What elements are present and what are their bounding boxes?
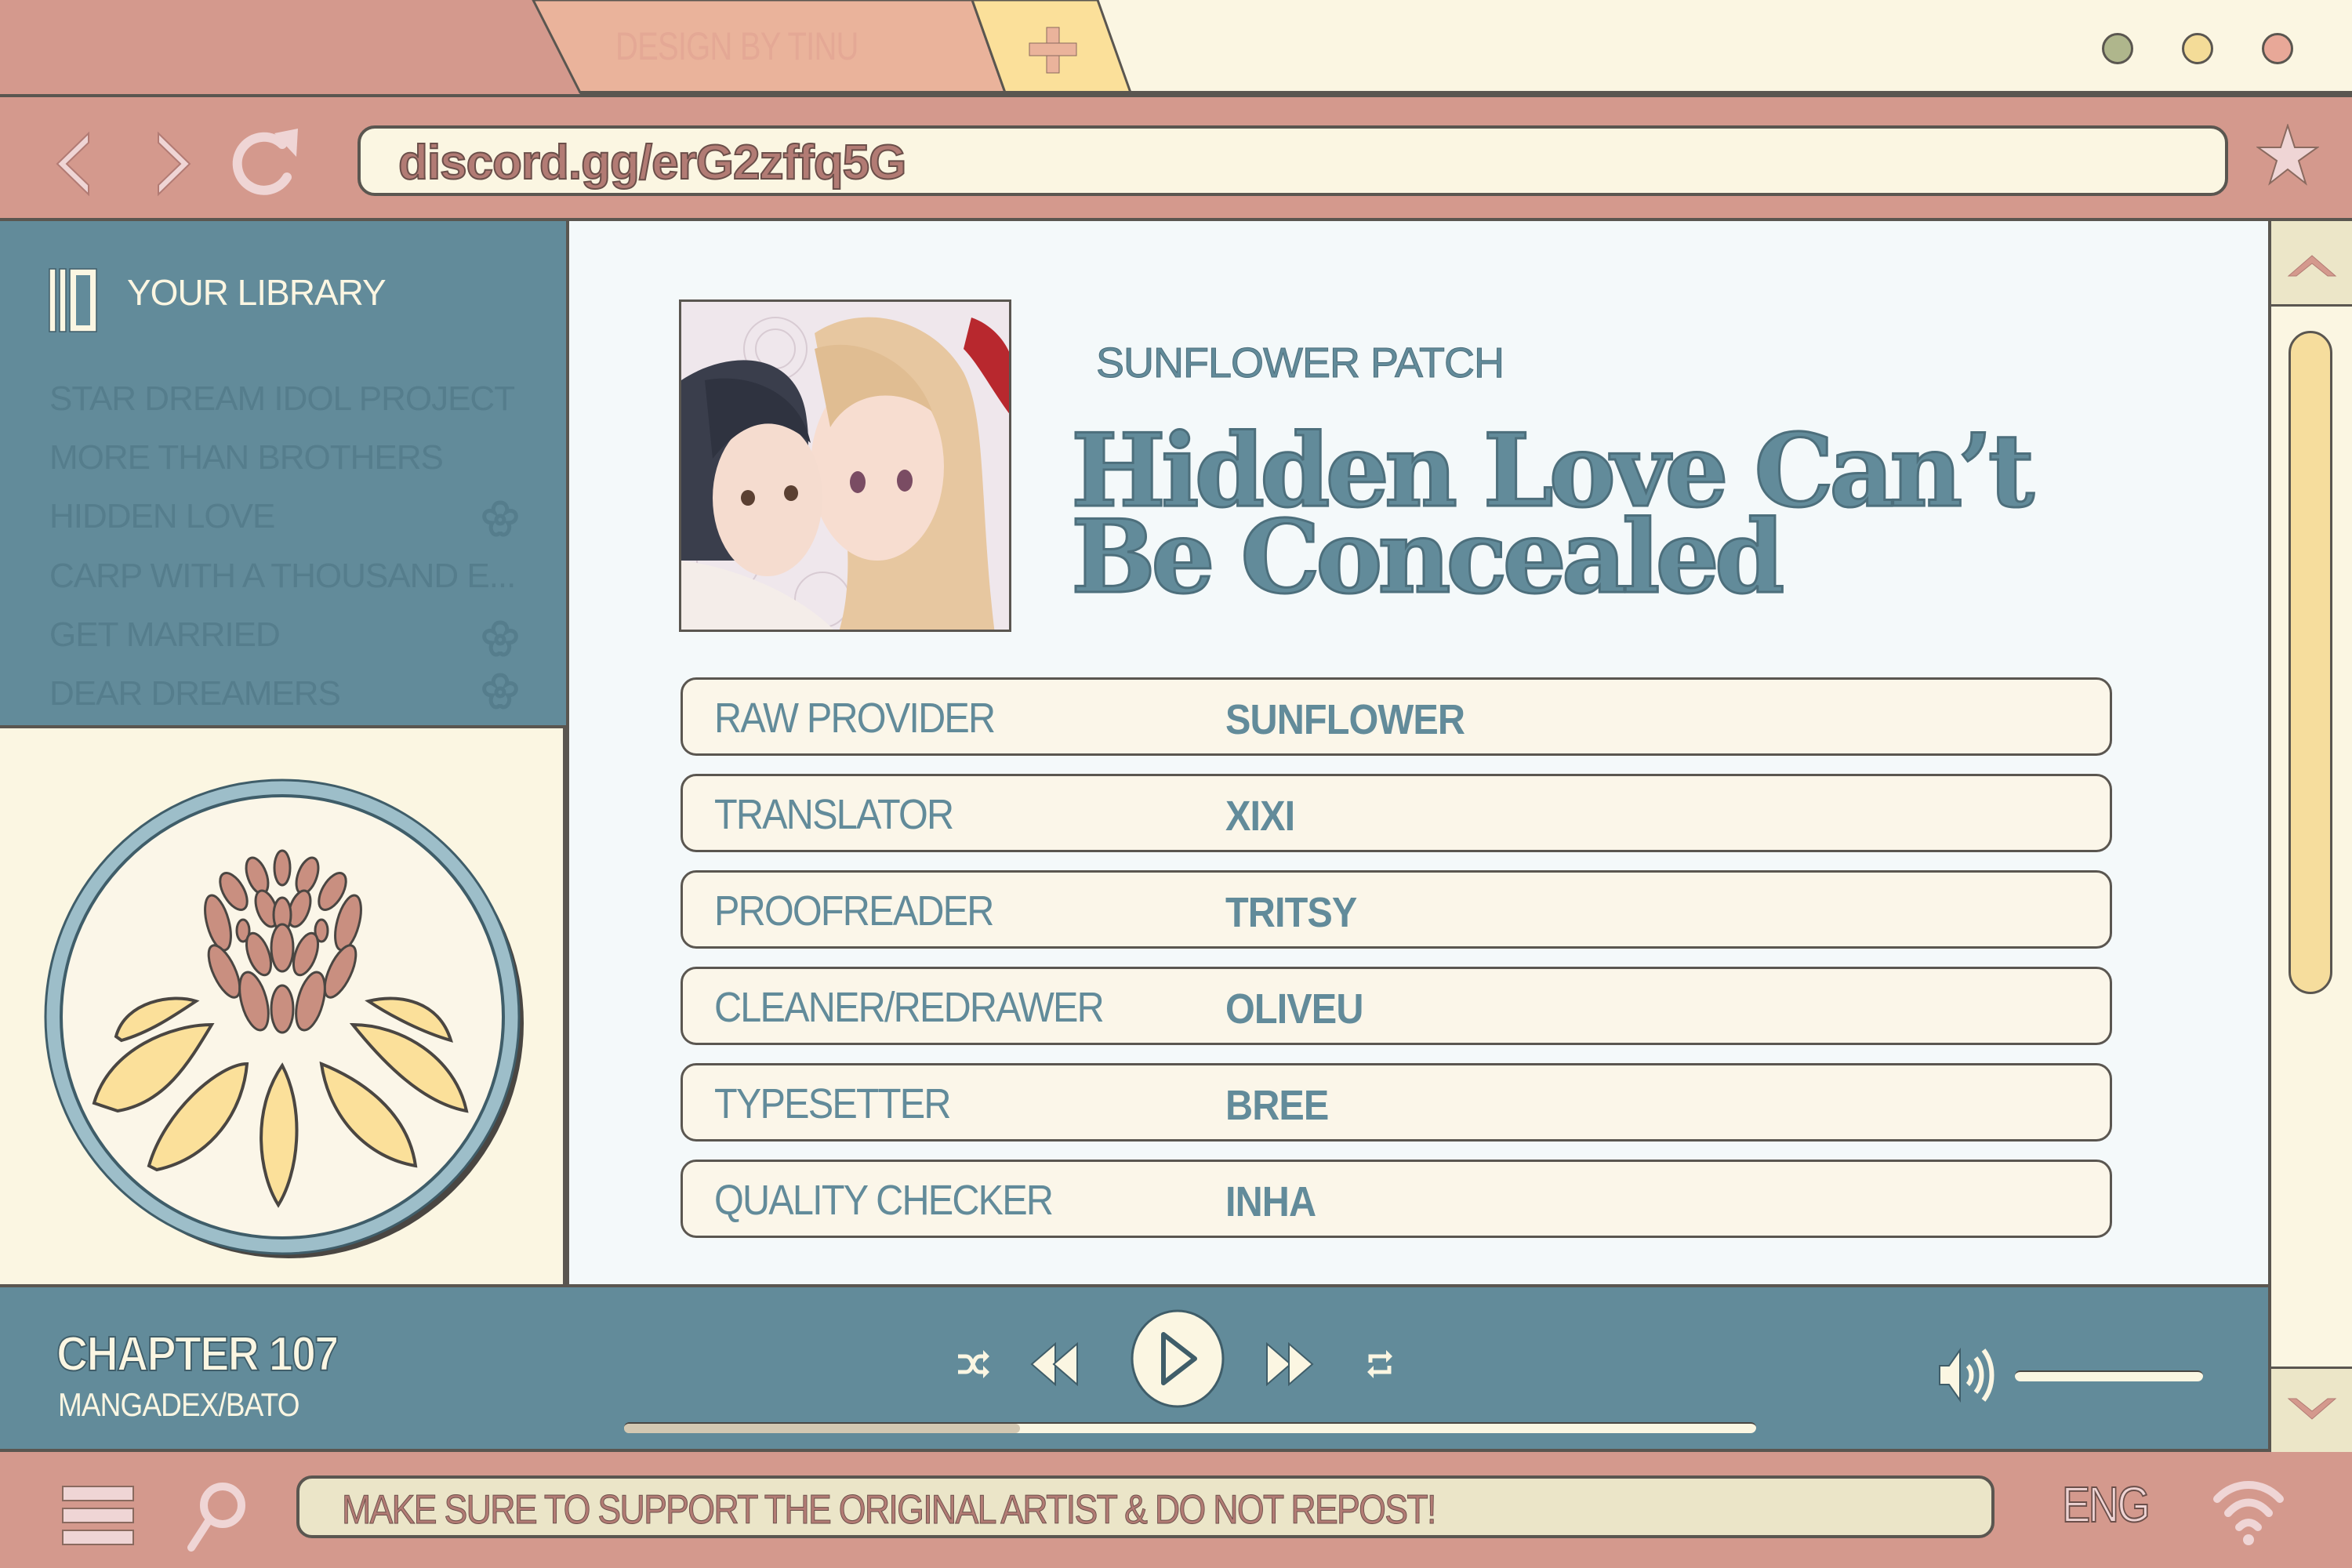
- sidebar-library: YOUR LIBRARY STAR DREAM IDOL PROJECT MOR…: [0, 218, 566, 725]
- player-bar: CHAPTER 107 MANGADEX/BATO: [0, 1284, 2268, 1452]
- tab-strip: DESIGN BY TINU: [0, 0, 2352, 94]
- window-minimize-dot[interactable]: [2102, 33, 2133, 64]
- credit-name: TRITSY: [1225, 889, 1357, 936]
- chapter-progress-fill: [624, 1424, 1021, 1433]
- credit-row: TYPESETTER BREE: [681, 1063, 2112, 1142]
- volume-icon[interactable]: [1936, 1344, 1999, 1406]
- credit-name: BREE: [1225, 1082, 1329, 1129]
- shuffle-icon[interactable]: [955, 1347, 989, 1381]
- fast-forward-icon[interactable]: [1264, 1342, 1316, 1386]
- scroll-thumb[interactable]: [2288, 331, 2332, 994]
- credit-row: TRANSLATOR XIXI: [681, 774, 2112, 852]
- group-name: SUNFLOWER PATCH: [1095, 339, 1504, 387]
- wifi-icon[interactable]: [2209, 1472, 2288, 1551]
- credit-role: TRANSLATOR: [714, 791, 954, 838]
- library-icon: [49, 268, 97, 332]
- flower-icon: [482, 500, 518, 537]
- notice-text: MAKE SURE TO SUPPORT THE ORIGINAL ARTIST…: [342, 1487, 1437, 1534]
- main-content: SUNFLOWER PATCH Hidden Love Can’t Be Con…: [566, 218, 2268, 1284]
- credit-role: TYPESETTER: [714, 1080, 951, 1127]
- repeat-icon[interactable]: [1364, 1347, 1396, 1381]
- sidebar-item[interactable]: STAR DREAM IDOL PROJECT: [49, 379, 515, 419]
- credit-role: CLEANER/REDRAWER: [714, 984, 1105, 1031]
- volume-slider[interactable]: [2015, 1370, 2203, 1381]
- credit-role: QUALITY CHECKER: [714, 1177, 1054, 1224]
- credit-name: XIXI: [1225, 793, 1295, 840]
- star-icon[interactable]: [2256, 124, 2319, 187]
- sidebar-item[interactable]: DEAR DREAMERS: [49, 674, 341, 713]
- chapter-progress-bar[interactable]: [624, 1422, 1756, 1433]
- scrollbar[interactable]: [2268, 218, 2352, 1452]
- credit-name: OLIVEU: [1225, 985, 1363, 1033]
- rewind-icon[interactable]: [1029, 1342, 1080, 1386]
- tab-shapes: [532, 0, 2352, 94]
- status-bar: MAKE SURE TO SUPPORT THE ORIGINAL ARTIST…: [0, 1452, 2352, 1568]
- credit-role: RAW PROVIDER: [714, 695, 996, 742]
- logo-panel: [0, 725, 566, 1284]
- scroll-up-button[interactable]: [2271, 221, 2352, 307]
- address-bar[interactable]: discord.gg/erG2zffq5G: [358, 125, 2228, 196]
- cover-illustration: [681, 302, 1009, 630]
- cover-image: [679, 299, 1011, 632]
- notice-bar: MAKE SURE TO SUPPORT THE ORIGINAL ARTIST…: [296, 1475, 1994, 1538]
- credit-name: SUNFLOWER: [1225, 696, 1465, 743]
- credit-row: RAW PROVIDER SUNFLOWER: [681, 677, 2112, 756]
- address-row: discord.gg/erG2zffq5G: [0, 94, 2352, 218]
- language-indicator[interactable]: ENG: [2061, 1475, 2151, 1534]
- tab-label: DESIGN BY TINU: [615, 24, 858, 68]
- sidebar-item[interactable]: MORE THAN BROTHERS: [49, 438, 444, 477]
- play-button[interactable]: [1129, 1308, 1226, 1410]
- sidebar-item[interactable]: HIDDEN LOVE: [49, 497, 275, 536]
- credit-row: CLEANER/REDRAWER OLIVEU: [681, 967, 2112, 1045]
- chevron-left-icon[interactable]: [43, 129, 106, 199]
- credit-name: INHA: [1225, 1178, 1316, 1225]
- chevron-right-icon[interactable]: [141, 129, 204, 199]
- chevron-up-icon: [2287, 255, 2337, 277]
- flower-icon: [482, 620, 518, 657]
- source-label: MANGADEX/BATO: [58, 1386, 299, 1423]
- sidebar-item[interactable]: CARP WITH A THOUSAND E...: [49, 557, 516, 596]
- window-maximize-dot[interactable]: [2182, 33, 2213, 64]
- chevron-down-icon: [2287, 1398, 2337, 1420]
- reload-icon[interactable]: [227, 129, 306, 199]
- credit-role: PROOFREADER: [714, 887, 994, 935]
- chapter-label: CHAPTER 107: [56, 1327, 339, 1382]
- menu-icon[interactable]: [61, 1485, 135, 1548]
- sunflower-logo: [44, 779, 524, 1258]
- flower-icon: [482, 673, 518, 710]
- search-icon[interactable]: [185, 1480, 248, 1552]
- library-title: YOUR LIBRARY: [127, 272, 387, 313]
- scroll-down-button[interactable]: [2271, 1367, 2352, 1452]
- window-close-dot[interactable]: [2262, 33, 2293, 64]
- sidebar-item[interactable]: GET MARRIED: [49, 615, 281, 655]
- address-text[interactable]: discord.gg/erG2zffq5G: [397, 135, 907, 191]
- series-title-line2: Be Concealed: [1069, 499, 1785, 616]
- credit-row: QUALITY CHECKER INHA: [681, 1160, 2112, 1238]
- credit-row: PROOFREADER TRITSY: [681, 870, 2112, 949]
